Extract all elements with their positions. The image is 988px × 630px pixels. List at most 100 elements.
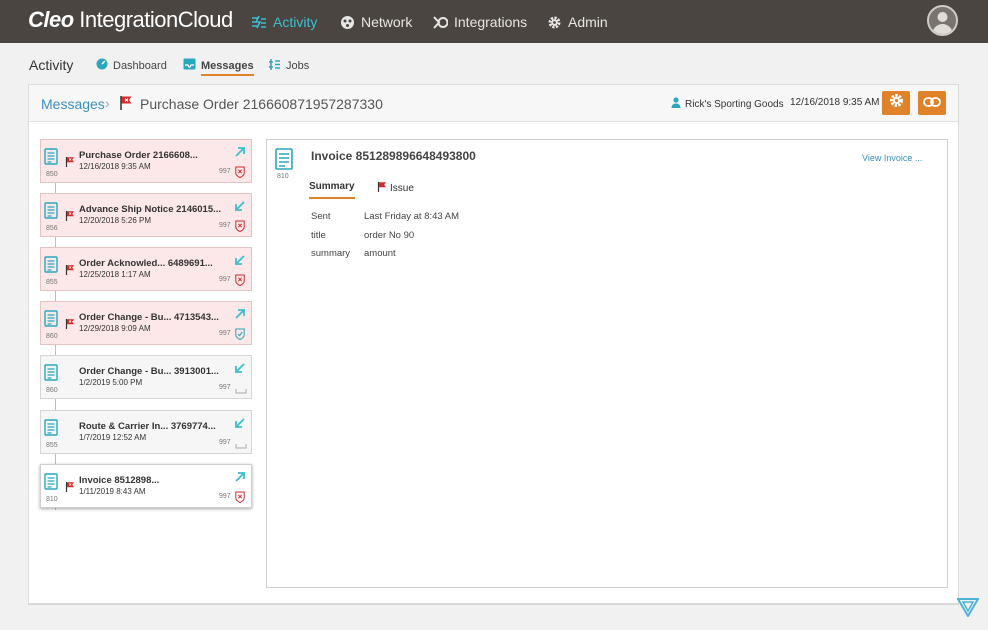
nav-integrations[interactable]: Integrations [432, 12, 527, 32]
document-icon [44, 473, 58, 495]
nav-activity-label: Activity [273, 14, 318, 30]
ack-code: 997 [219, 222, 231, 229]
tab-messages[interactable]: Messages [183, 58, 254, 76]
flag-icon [65, 262, 75, 280]
message-date: 1/11/2019 8:43 AM [79, 487, 146, 496]
field-value-title: order No 90 [364, 230, 415, 241]
person-icon [671, 97, 681, 111]
detail-title: Invoice 851289896648493800 [311, 149, 476, 163]
message-item[interactable]: 860 Order Change - Bu... 4713543... 12/29/… [40, 301, 252, 345]
ack-code: 997 [219, 330, 231, 337]
ack-code: 997 [219, 168, 231, 175]
messages-panel: Messages › Purchase Order 21666087195728… [28, 84, 959, 604]
inbox-icon [183, 58, 196, 73]
message-title: Purchase Order 2166608... [79, 150, 198, 161]
message-doc-code: 855 [46, 279, 58, 286]
message-detail: 810 Invoice 851289896648493800 View Invo… [266, 139, 948, 588]
breadcrumb-messages[interactable]: Messages [41, 96, 105, 112]
message-item[interactable]: 855 Order Acknowled... 6489691... 12/25/20… [40, 247, 252, 291]
message-title: Order Change - Bu... 3913001... [79, 366, 219, 377]
nav-integrations-label: Integrations [454, 14, 528, 30]
link-icon [923, 94, 941, 112]
tab-jobs-label: Jobs [286, 60, 310, 72]
message-item[interactable]: 856 Advance Ship Notice 2146015... 12/20/2… [40, 193, 252, 237]
message-date: 1/7/2019 12:52 AM [79, 433, 147, 442]
message-title: Route & Carrier In... 3769774... [79, 421, 216, 432]
document-icon [44, 419, 58, 441]
ack-code: 997 [219, 493, 231, 500]
message-doc-code: 860 [46, 333, 58, 340]
ack-code: 997 [219, 384, 231, 391]
message-doc-code: 860 [46, 387, 58, 394]
tray-icon [235, 436, 247, 454]
tab-summary[interactable]: Summary [309, 181, 355, 199]
detail-doc-code: 810 [277, 173, 289, 180]
arrow-outbound-icon [234, 145, 246, 163]
partner-name: Rick's Sporting Goods [685, 98, 784, 110]
message-item[interactable]: 810 Invoice 8512898... 1/11/2019 8:43 AM 99… [40, 464, 252, 508]
breadcrumb-separator: › [105, 95, 110, 111]
document-icon [44, 364, 58, 386]
document-icon [275, 148, 293, 175]
arrow-inbound-icon [234, 361, 246, 379]
tab-dashboard[interactable]: Dashboard [96, 58, 167, 73]
link-button[interactable] [918, 91, 946, 115]
gear-icon [889, 93, 904, 113]
field-value-sent: Last Friday at 8:43 AM [364, 211, 460, 222]
tab-issue-label: Issue [390, 182, 414, 194]
flag-icon [377, 181, 387, 195]
document-icon [44, 256, 58, 278]
message-title: Advance Ship Notice 2146015... [79, 204, 222, 215]
nav-network[interactable]: Network [339, 12, 412, 32]
message-item[interactable]: 850 Purchase Order 2166608... 12/16/2018 9… [40, 139, 252, 183]
field-value-summary: amount [364, 248, 396, 259]
activity-icon [251, 14, 267, 30]
shield-error-icon [235, 219, 245, 237]
arrow-inbound-icon [234, 199, 246, 217]
message-title: Order Acknowled... 6489691... [79, 258, 213, 269]
message-title: Invoice 8512898... [79, 475, 160, 486]
tab-messages-label: Messages [201, 59, 254, 72]
network-icon [339, 14, 355, 30]
view-document-link[interactable]: View Invoice ... [862, 153, 922, 163]
tab-issue[interactable]: Issue [377, 181, 414, 195]
message-date: 12/29/2018 9:09 AM [79, 324, 151, 333]
document-icon [44, 202, 58, 224]
trading-partner[interactable]: Rick's Sporting Goods [671, 97, 784, 111]
message-date: 12/20/2018 5:26 PM [79, 216, 152, 225]
nav-admin-label: Admin [568, 14, 608, 30]
panel-header: Messages › Purchase Order 21666087195728… [29, 85, 958, 122]
field-key-title: title [311, 230, 326, 241]
brand-bold: Cleo [28, 7, 74, 32]
message-item[interactable]: 860 Order Change - Bu... 3913001... 1/2/20… [40, 355, 252, 399]
sub-navigation: Activity Dashboard Messages Jobs [0, 43, 988, 84]
tab-jobs[interactable]: Jobs [268, 58, 309, 74]
tab-summary-label: Summary [309, 181, 355, 192]
integrations-icon [432, 14, 448, 30]
message-date: 12/25/2018 1:17 AM [79, 270, 151, 279]
field-key-summary: summary [311, 248, 351, 259]
arrow-inbound-icon [234, 416, 246, 434]
flag-icon [65, 208, 75, 226]
message-item[interactable]: 855 Route & Carrier In... 3769774... 1/7/2… [40, 410, 252, 454]
arrow-inbound-icon [234, 253, 246, 271]
shield-check-icon [235, 327, 245, 345]
nav-admin[interactable]: Admin [546, 12, 608, 32]
user-avatar[interactable] [927, 5, 958, 36]
cleo-corner-logo-icon [956, 597, 980, 622]
flag-icon [65, 154, 75, 172]
header-date: 12/16/2018 9:35 AM [790, 97, 880, 108]
jobs-icon [268, 58, 281, 74]
nav-activity[interactable]: Activity [251, 12, 317, 32]
shield-error-icon [235, 490, 245, 508]
message-doc-code: 855 [46, 442, 58, 449]
brand-rest: IntegrationCloud [73, 7, 233, 32]
message-date: 12/16/2018 9:35 AM [79, 162, 151, 171]
cleo-logo[interactable]: Cleo IntegrationCloud [28, 7, 233, 33]
top-navigation-bar: Cleo IntegrationCloud Activity Network I… [0, 0, 988, 43]
field-key-sent: Sent [311, 211, 331, 222]
bottom-divider [28, 604, 959, 605]
section-title: Activity [29, 57, 74, 73]
settings-button[interactable] [882, 91, 910, 115]
arrow-outbound-icon [234, 307, 246, 325]
